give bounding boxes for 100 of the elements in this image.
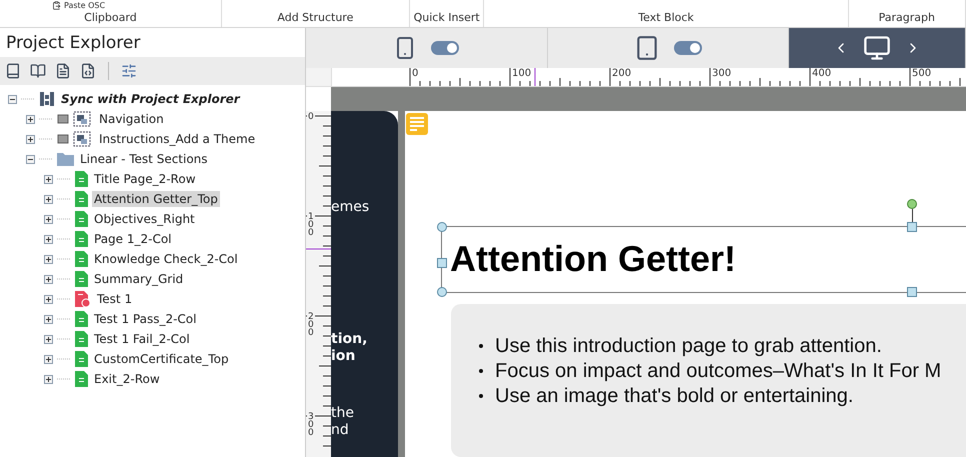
page-icon: [75, 211, 88, 227]
expand-icon[interactable]: [44, 254, 53, 264]
ruler-number: 300: [712, 68, 732, 79]
cut-off-text: ion: [331, 348, 356, 365]
tree-item[interactable]: Page 1_2-Col: [92, 231, 174, 247]
open-book-icon[interactable]: [30, 63, 46, 79]
page-title: Attention Getter!: [450, 238, 736, 280]
ruler-number: 400: [812, 68, 832, 79]
ruler-number: 200: [612, 68, 632, 79]
page-icon: [75, 371, 88, 387]
resize-handle[interactable]: [907, 222, 917, 232]
expand-icon[interactable]: [44, 194, 53, 204]
connector-line: [57, 298, 71, 300]
connector-line: [21, 98, 35, 100]
folder-icon: [57, 152, 74, 166]
cut-off-text: nd: [331, 422, 350, 439]
tree-item[interactable]: Exit_2-Row: [92, 371, 162, 387]
connector-line: [57, 318, 71, 320]
page-icon: [75, 191, 88, 207]
test-page-icon: [75, 291, 91, 307]
tree-item[interactable]: Navigation: [97, 111, 166, 127]
expand-icon[interactable]: [44, 314, 53, 324]
toggle-switch[interactable]: [674, 41, 702, 55]
expand-icon[interactable]: [26, 134, 35, 144]
expand-icon[interactable]: [44, 234, 53, 244]
connector-line: [57, 338, 71, 340]
resize-handle[interactable]: [437, 222, 447, 232]
paste-icon[interactable]: [52, 0, 61, 10]
expand-icon[interactable]: [44, 334, 53, 344]
tree-item[interactable]: Title Page_2-Row: [92, 171, 198, 187]
panel-title: Project Explorer: [5, 32, 142, 55]
page-icon: [75, 171, 88, 187]
connector-line: [57, 358, 71, 360]
connector-line: [57, 218, 71, 220]
paste-menu-item[interactable]: Paste OSC: [64, 0, 106, 10]
book-icon[interactable]: [5, 63, 21, 79]
expand-icon[interactable]: [44, 294, 53, 304]
document-icon[interactable]: [55, 63, 71, 79]
ribbon-group-label: Text Block: [638, 11, 694, 24]
tree-item[interactable]: Instructions_Add a Theme: [97, 131, 258, 147]
bullet-icon: [479, 369, 483, 374]
connector-line: [39, 158, 53, 160]
connector-line: [39, 138, 53, 140]
cut-off-text: emes: [331, 199, 370, 216]
resize-handle[interactable]: [437, 258, 447, 268]
expand-icon[interactable]: [26, 114, 35, 124]
cut-off-text: the: [331, 405, 355, 422]
ruler-number: 0: [412, 68, 418, 79]
connector-line: [57, 258, 71, 260]
cut-off-text: tion,: [331, 331, 368, 348]
device-tab[interactable]: [548, 28, 790, 68]
resize-handle[interactable]: [437, 286, 447, 297]
monitor-icon[interactable]: [863, 34, 892, 62]
bullet-text: Focus on impact and outcomes–What's In It For M: [495, 360, 942, 383]
collapse-icon[interactable]: [8, 94, 17, 104]
ribbon-group-label: Quick Insert: [414, 11, 480, 24]
page-icon: [75, 331, 88, 347]
bullet-text: Use this introduction page to grab attention.: [495, 334, 882, 358]
ruler-number: 300: [307, 412, 315, 438]
layout-icon: [57, 111, 93, 127]
connector-line: [57, 278, 71, 280]
resize-handle[interactable]: [907, 286, 917, 297]
connector-line: [57, 198, 71, 200]
ribbon-group-label: Add Structure: [277, 11, 354, 24]
page-icon: [75, 231, 88, 247]
expand-icon[interactable]: [44, 214, 53, 224]
structure-icon: [39, 91, 55, 107]
code-document-icon[interactable]: [80, 63, 96, 79]
tree-item[interactable]: Attention Getter_Top: [92, 191, 220, 207]
expand-icon[interactable]: [44, 374, 53, 384]
tree-item[interactable]: Summary_Grid: [92, 271, 186, 287]
connector-line: [57, 238, 71, 240]
ruler-number: 200: [307, 312, 315, 338]
connector-line: [39, 118, 53, 120]
ruler-number: 0: [307, 112, 315, 122]
tree-item[interactable]: CustomCertificate_Top: [92, 351, 231, 367]
bullet-icon: [479, 394, 483, 398]
expand-icon[interactable]: [44, 354, 53, 364]
tree-item[interactable]: Test 1 Pass_2-Col: [92, 311, 198, 327]
expand-icon[interactable]: [44, 274, 53, 284]
collapse-icon[interactable]: [26, 154, 35, 164]
toggle-switch[interactable]: [431, 41, 460, 55]
device-tab[interactable]: [789, 28, 966, 68]
expand-icon[interactable]: [44, 174, 53, 184]
page-icon: [75, 311, 88, 327]
connector-line: [57, 378, 71, 380]
tree-item[interactable]: Objectives_Right: [92, 211, 197, 227]
tree-item[interactable]: Knowledge Check_2-Col: [92, 251, 240, 267]
bullet-icon: [479, 344, 483, 348]
ruler-number: 500: [912, 68, 932, 79]
connector-line: [57, 178, 71, 180]
page-icon: [75, 251, 88, 267]
tree-item[interactable]: Linear - Test Sections: [78, 151, 210, 167]
bullet-text: Use an image that's bold or entertaining.: [495, 384, 854, 408]
tree-item[interactable]: Test 1 Fail_2-Col: [92, 331, 192, 347]
tree-item[interactable]: Test 1: [95, 291, 134, 307]
page-icon: [75, 271, 88, 287]
sliders-icon[interactable]: [121, 63, 137, 79]
tree-item[interactable]: Sync with Project Explorer: [59, 91, 242, 107]
ruler-number: 100: [307, 212, 315, 238]
